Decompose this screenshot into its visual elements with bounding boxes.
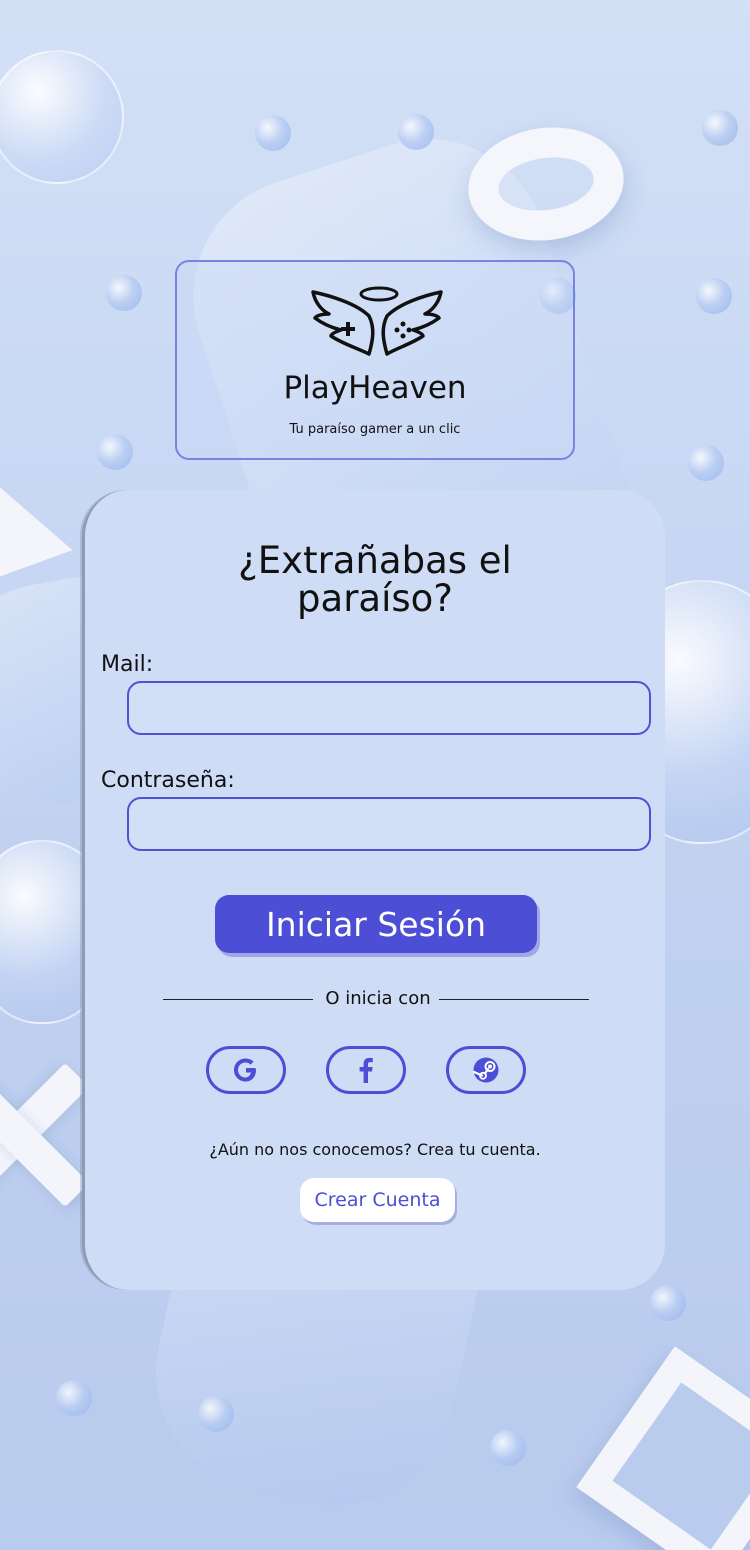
background-dot <box>198 1396 234 1432</box>
background-dot <box>255 115 291 151</box>
background-bubble <box>0 50 124 184</box>
mail-input[interactable] <box>127 681 651 735</box>
divider-line-left <box>163 999 313 1000</box>
google-login-button[interactable] <box>206 1046 286 1094</box>
login-card: ¿Extrañabas el paraíso? Mail: Contraseña… <box>82 490 665 1290</box>
facebook-icon <box>359 1057 373 1083</box>
background-dot <box>490 1430 526 1466</box>
password-label: Contraseña: <box>101 768 235 793</box>
brand-name: PlayHeaven <box>283 370 467 406</box>
background-triangle-shape <box>0 465 73 585</box>
background-dot <box>696 278 732 314</box>
background-dot <box>106 275 142 311</box>
background-dot <box>97 434 133 470</box>
background-cross-shape <box>0 1060 90 1210</box>
divider-text: O inicia con <box>325 988 431 1009</box>
background-dot <box>650 1285 686 1321</box>
facebook-login-button[interactable] <box>326 1046 406 1094</box>
background-dot <box>702 110 738 146</box>
title-line-1: ¿Extrañabas el <box>238 539 512 582</box>
background-dot <box>56 1380 92 1416</box>
background-dot <box>688 445 724 481</box>
brand-tagline: Tu paraíso gamer a un clic <box>289 422 461 437</box>
background-square-shape <box>576 1346 750 1550</box>
title-line-2: paraíso? <box>297 577 453 620</box>
google-icon <box>234 1058 256 1082</box>
login-button[interactable]: Iniciar Sesión <box>215 895 537 953</box>
steam-icon <box>472 1057 499 1083</box>
signup-prompt: ¿Aún no nos conocemos? Crea tu cuenta. <box>209 1140 541 1159</box>
background-dot <box>398 114 434 150</box>
angel-controller-logo-icon <box>311 286 443 356</box>
page-title: ¿Extrañabas el paraíso? <box>85 542 665 618</box>
create-account-button[interactable]: Crear Cuenta <box>300 1178 455 1222</box>
steam-login-button[interactable] <box>446 1046 526 1094</box>
password-input[interactable] <box>127 797 651 851</box>
mail-label: Mail: <box>101 652 154 677</box>
divider-line-right <box>439 999 589 1000</box>
logo-card: PlayHeaven Tu paraíso gamer a un clic <box>175 260 575 460</box>
